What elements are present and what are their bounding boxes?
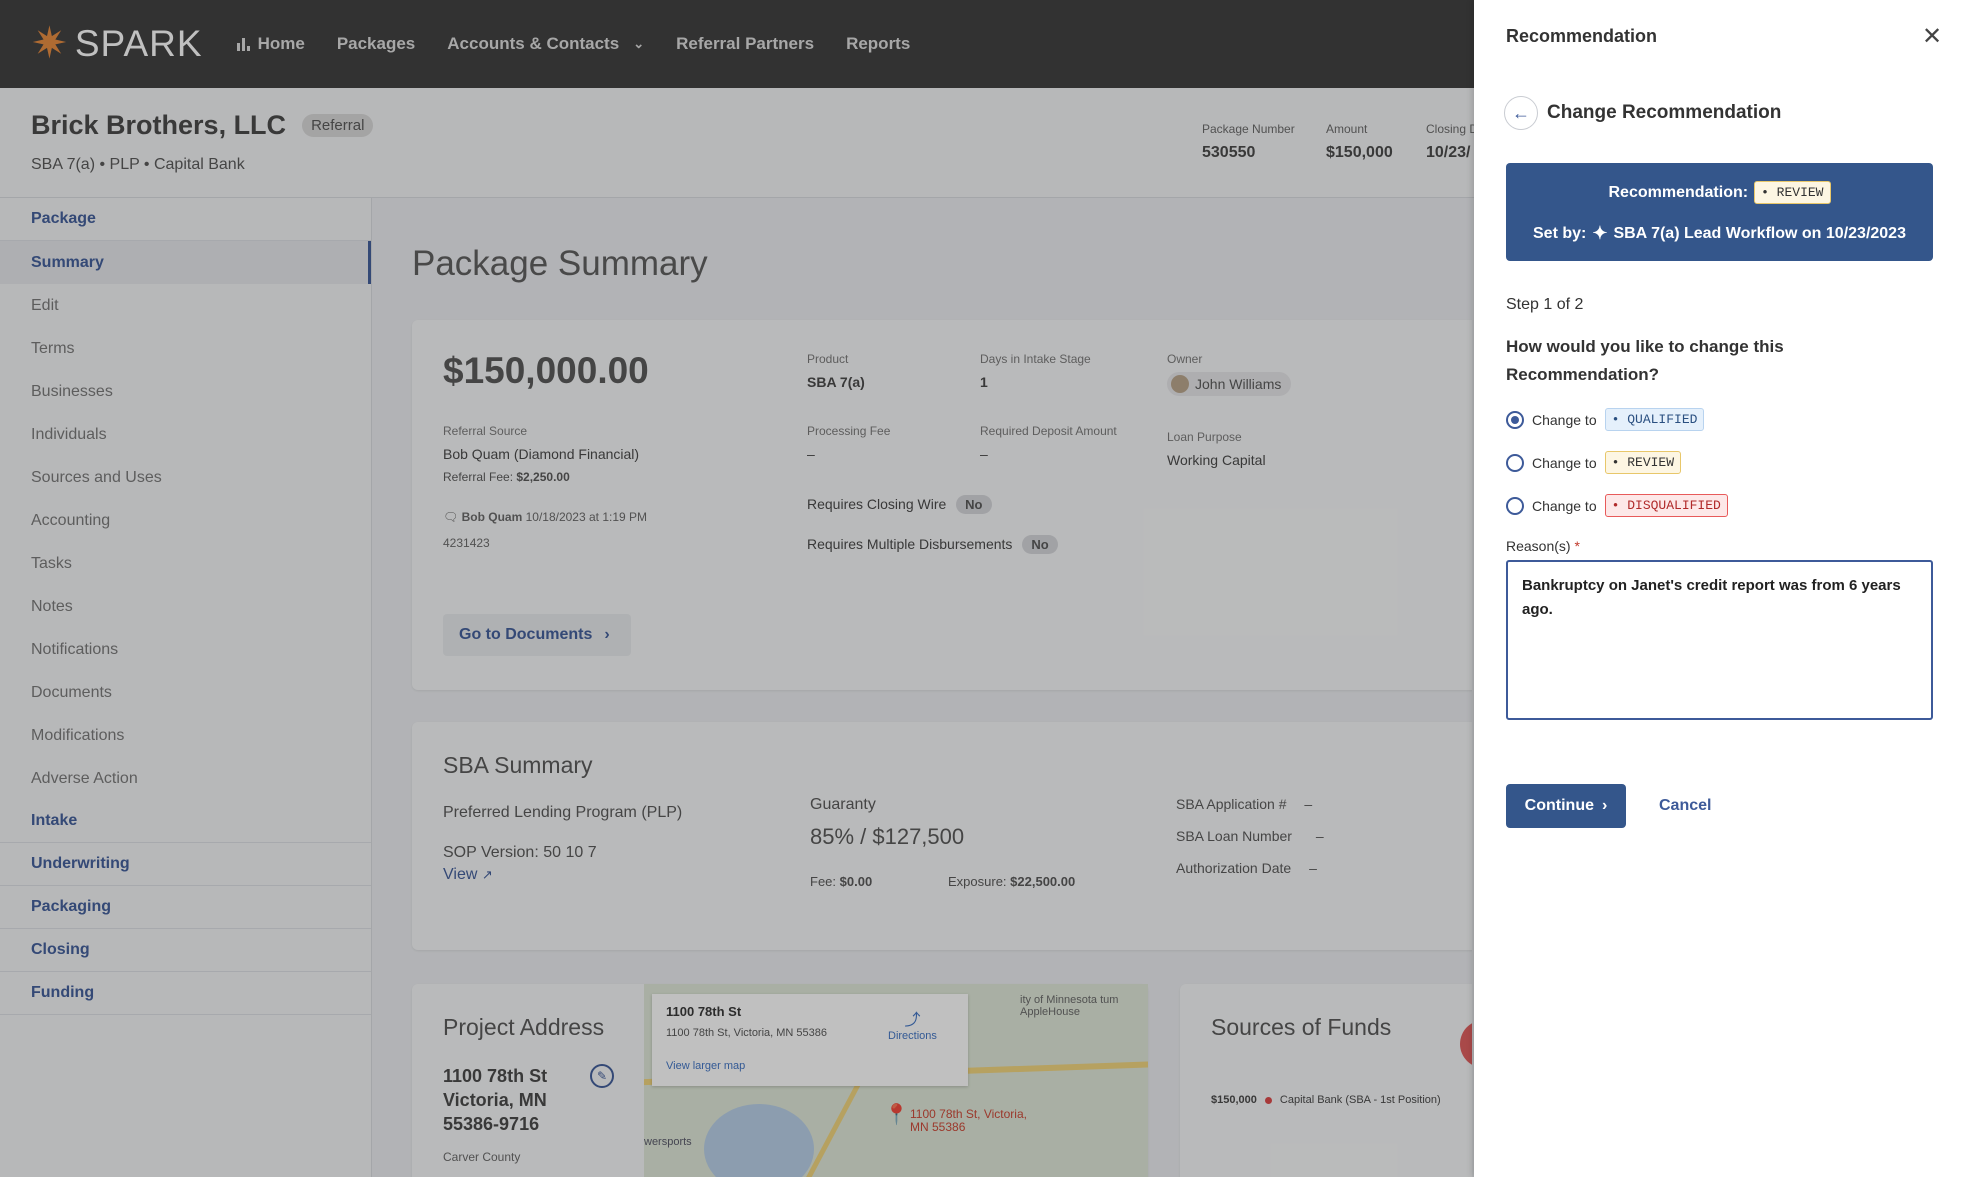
review-badge: • REVIEW	[1604, 451, 1682, 474]
current-recommendation-badge: • REVIEW	[1754, 181, 1831, 204]
drawer-title: Recommendation	[1506, 26, 1658, 46]
continue-button[interactable]: Continue ›	[1506, 784, 1626, 828]
option-review[interactable]: Change to • REVIEW	[1506, 451, 1682, 474]
change-question: How would you like to change this Recomm…	[1506, 337, 1784, 384]
reason-textarea[interactable]: Bankruptcy on Janet's credit report was …	[1506, 560, 1933, 720]
set-by-line: Set by: ✦ SBA 7(a) Lead Workflow on 10/2…	[1506, 223, 1933, 244]
option-disqualified-label: Change to	[1532, 497, 1597, 514]
qualified-badge: • QUALIFIED	[1604, 408, 1705, 431]
recommendation-line: Recommendation: • REVIEW	[1506, 181, 1933, 204]
radio-disqualified[interactable]	[1506, 496, 1524, 515]
radio-review[interactable]	[1506, 453, 1524, 472]
option-disqualified[interactable]: Change to • DISQUALIFIED	[1506, 494, 1728, 517]
chevron-right-icon: ›	[1602, 797, 1608, 814]
sparkle-icon: ✦	[1592, 223, 1608, 243]
reason-label: Reason(s) *	[1506, 538, 1580, 554]
current-recommendation-panel: Recommendation: • REVIEW Set by: ✦ SBA 7…	[1506, 163, 1933, 261]
modal-backdrop[interactable]	[0, 0, 1474, 1177]
cancel-button[interactable]: Cancel	[1659, 797, 1711, 815]
option-review-label: Change to	[1532, 454, 1597, 471]
radio-qualified[interactable]	[1506, 410, 1524, 429]
continue-label: Continue	[1524, 797, 1594, 814]
back-arrow-icon[interactable]: ←	[1504, 96, 1538, 130]
required-marker: *	[1574, 538, 1580, 554]
close-icon[interactable]: ✕	[1922, 22, 1942, 51]
step-indicator: Step 1 of 2	[1506, 296, 1584, 313]
reason-label-text: Reason(s)	[1506, 538, 1571, 554]
recommendation-label: Recommendation:	[1608, 183, 1749, 201]
set-by-label: Set by:	[1533, 224, 1587, 242]
drawer-subtitle: Change Recommendation	[1547, 102, 1782, 123]
option-qualified-label: Change to	[1532, 411, 1597, 428]
option-qualified[interactable]: Change to • QUALIFIED	[1506, 408, 1705, 431]
disqualified-badge: • DISQUALIFIED	[1604, 494, 1728, 517]
recommendation-drawer: Recommendation ✕ ← Change Recommendation…	[1474, 0, 1965, 1177]
set-by-value: SBA 7(a) Lead Workflow on 10/23/2023	[1613, 224, 1906, 242]
